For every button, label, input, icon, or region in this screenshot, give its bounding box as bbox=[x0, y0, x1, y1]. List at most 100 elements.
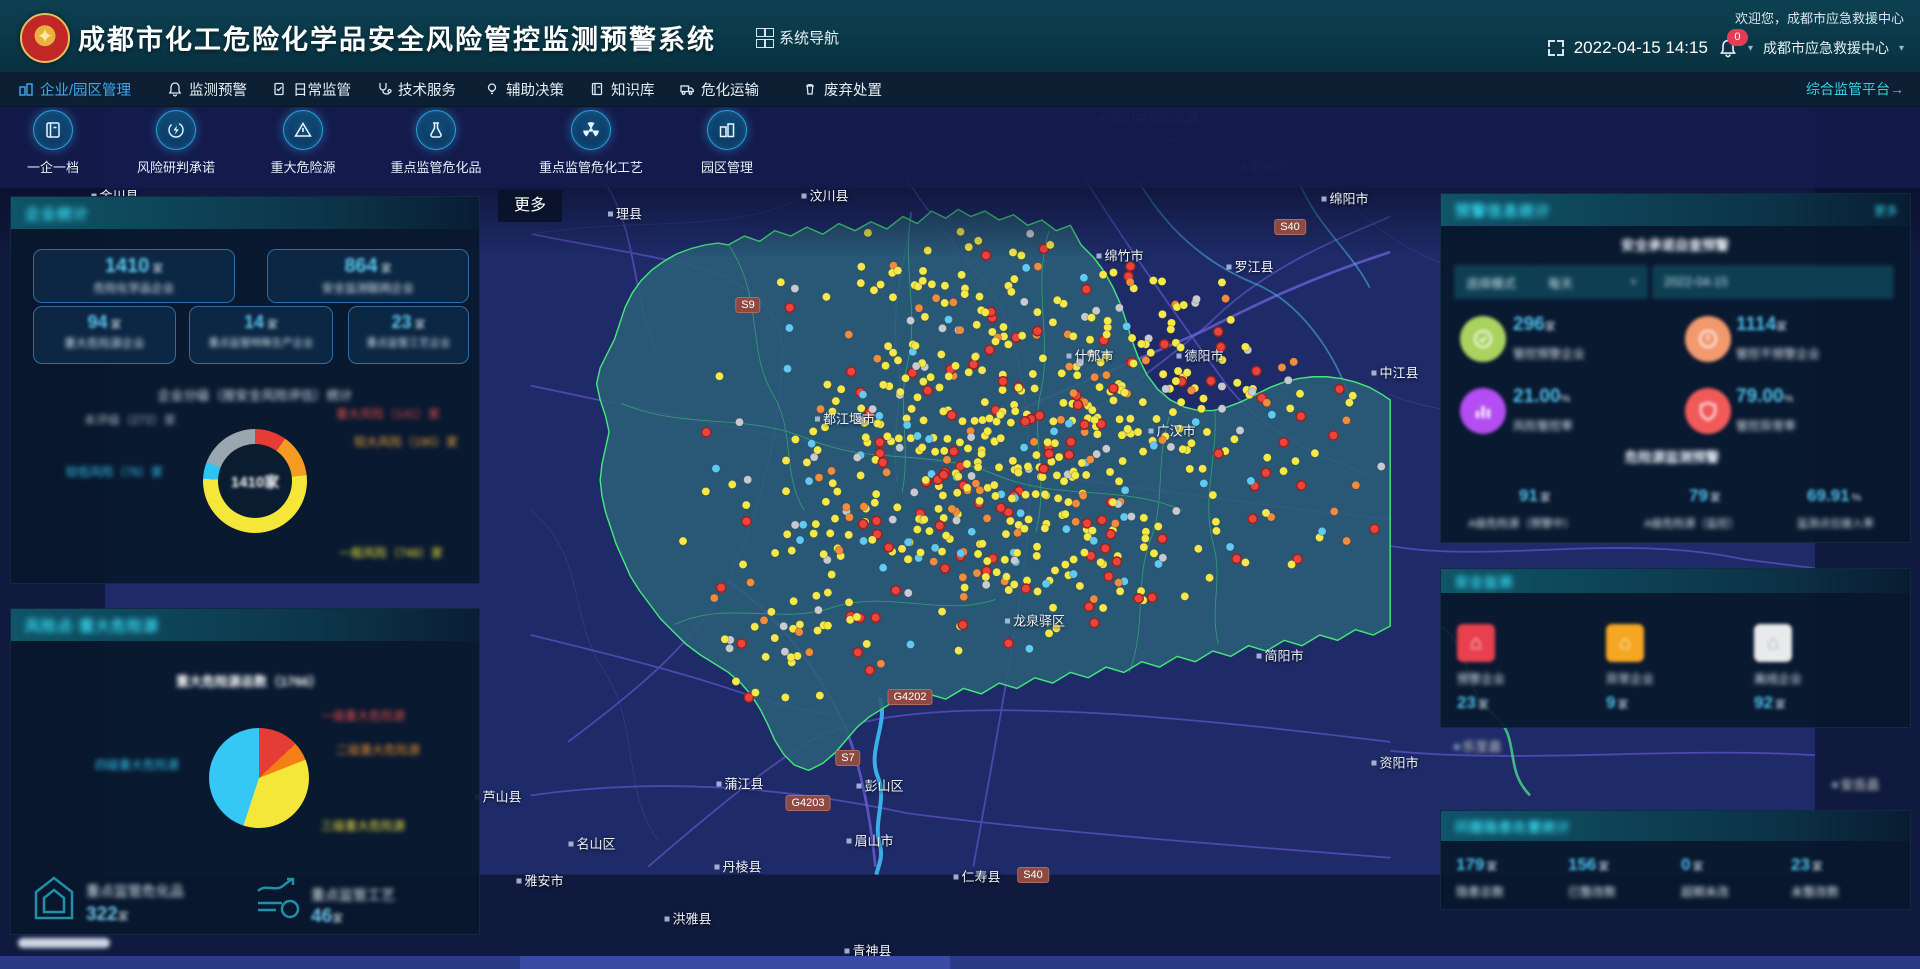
hazard-level-pie-chart bbox=[209, 728, 309, 828]
stat-label: 风险管控率 bbox=[1513, 417, 1573, 434]
main-navbar: 企业/园区管理 监测预警 日常监管 技术服务 辅助决策 知识库 危化运输 废弃 bbox=[0, 72, 1920, 107]
map-road-badge: G4202 bbox=[887, 689, 932, 705]
nav-item-daily-supervision[interactable]: 日常监管 bbox=[271, 72, 351, 106]
nav-label: 废弃处置 bbox=[824, 79, 882, 100]
monitor-label: 预警企业 bbox=[1457, 670, 1505, 687]
nav-item-monitoring-warning[interactable]: 监测预警 bbox=[167, 72, 247, 106]
submenu-item-one-enterprise-one-file[interactable]: 一企一档 bbox=[0, 110, 113, 176]
map-road-badge: S40 bbox=[1017, 867, 1049, 883]
submenu-item-park-management[interactable]: 园区管理 bbox=[667, 110, 787, 176]
section-title-hazard-monitoring: 危险源监测预警 bbox=[1625, 446, 1720, 466]
map-road-badge: S7 bbox=[835, 750, 860, 766]
major-hazard-panel: 风险点·重大危险源 重大危险源总数（1766） 一级重大危险源 二级重大危险源 … bbox=[10, 608, 480, 935]
panel-title: 预警信息统计 bbox=[1441, 200, 1551, 221]
bolt-circle-icon bbox=[166, 120, 186, 140]
map-city-label: 龙泉驿区 bbox=[1005, 611, 1065, 630]
filter-mode-label: 选择模式 bbox=[1455, 266, 1537, 298]
nav-label: 技术服务 bbox=[398, 79, 456, 100]
stat-box-major-hazard-enterprises[interactable]: 94家 重大危险源企业 bbox=[33, 306, 176, 364]
bottom-stat-value: 79家 bbox=[1689, 486, 1721, 506]
map-city-label: 名山区 bbox=[568, 834, 615, 853]
panel-title: 风险点·重大危险源 bbox=[11, 615, 159, 636]
map-city-label: 简阳市 bbox=[1256, 646, 1303, 665]
notification-bell[interactable]: 0 bbox=[1718, 37, 1738, 59]
grid-icon bbox=[756, 28, 772, 48]
nav-label: 知识库 bbox=[611, 79, 655, 100]
stat-value: 1114家 bbox=[1736, 314, 1787, 336]
risk-level-donut-chart: 1410家 bbox=[203, 429, 307, 533]
footer-stat-value: 46家 bbox=[311, 906, 343, 928]
page-title: 成都市化工危险化学品安全风险管控监测预警系统 bbox=[78, 18, 716, 57]
donut-chart-title: 企业分级（按安全风险评估）统计 bbox=[157, 385, 352, 404]
stat-box-key-process-enterprises[interactable]: 23家 重点监管工艺企业 bbox=[348, 306, 469, 364]
fullscreen-icon[interactable] bbox=[1548, 40, 1564, 56]
legend-major-risk: 重大风险（141）家 bbox=[336, 405, 440, 422]
nav-item-hazmat-transport[interactable]: 危化运输 bbox=[679, 72, 759, 106]
nav-label: 危化运输 bbox=[701, 79, 759, 100]
filter-mode-select[interactable]: 每天▾ bbox=[1537, 266, 1647, 298]
flask-icon bbox=[426, 120, 446, 140]
legend-level2-hazard: 二级重大危险源 bbox=[336, 741, 420, 758]
platform-link[interactable]: 综合监管平台→ bbox=[1806, 72, 1904, 106]
system-nav-button[interactable]: 系统导航 bbox=[756, 27, 839, 48]
org-dropdown[interactable]: 成都市应急救援中心 bbox=[1763, 38, 1889, 58]
nav-label: 监测预警 bbox=[189, 79, 247, 100]
nav-label: 辅助决策 bbox=[506, 79, 564, 100]
nav-item-waste-disposal[interactable]: 废弃处置 bbox=[802, 72, 882, 106]
stat-label: 管控异常率 bbox=[1736, 417, 1796, 434]
map-more-button[interactable]: 更多 bbox=[498, 190, 562, 222]
warning-info-panel: 预警信息统计 更多 安全承诺自查预警 选择模式 每天▾ 2022-04-15 2… bbox=[1440, 193, 1911, 543]
nav-item-decision-support[interactable]: 辅助决策 bbox=[484, 72, 564, 106]
map-city-label: 雅安市 bbox=[516, 871, 563, 890]
bulb-icon bbox=[484, 81, 500, 97]
monitor-value: 9家 bbox=[1606, 693, 1628, 713]
issue-value: 156家 bbox=[1568, 855, 1609, 875]
control-rate-icon bbox=[1460, 388, 1506, 434]
commitment-ok-icon bbox=[1460, 316, 1506, 362]
map-city-label: 绵阳市 bbox=[1321, 189, 1368, 208]
notebook-icon bbox=[43, 120, 63, 140]
trash-icon bbox=[802, 81, 818, 97]
stat-box-key-production-enterprises[interactable]: 14家 重点监管特殊生产企业 bbox=[189, 306, 333, 364]
map-road-badge: G4203 bbox=[785, 795, 830, 811]
truck-icon bbox=[679, 81, 695, 97]
filter-date-input[interactable]: 2022-04-15 bbox=[1653, 266, 1893, 298]
abnormal-rate-icon bbox=[1685, 388, 1731, 434]
map-city-label: 理县 bbox=[608, 204, 642, 223]
nav-item-knowledge-base[interactable]: 知识库 bbox=[589, 72, 655, 106]
panel-title: 问题隐患处置统计 bbox=[1441, 816, 1571, 836]
house-shield-icon bbox=[33, 874, 75, 922]
more-link[interactable]: 更多 bbox=[1874, 202, 1898, 219]
legend-larger-risk: 较大风险（190）家 bbox=[354, 433, 458, 450]
stat-box-hazchem-enterprises[interactable]: 1410家 危险化学品企业 bbox=[33, 249, 235, 303]
issue-value: 0家 bbox=[1681, 855, 1703, 875]
submenu-item-key-process[interactable]: 重点监管危化工艺 bbox=[531, 110, 651, 176]
nav-item-tech-service[interactable]: 技术服务 bbox=[376, 72, 456, 106]
bell-icon bbox=[167, 81, 183, 97]
book-icon bbox=[589, 81, 605, 97]
legend-level4-hazard: 四级重大危险源 bbox=[95, 756, 179, 773]
welcome-text: 欢迎您，成都市应急救援中心 bbox=[1735, 8, 1904, 27]
monitor-label: 离线企业 bbox=[1754, 670, 1802, 687]
map-city-label: 安岳县 bbox=[1832, 775, 1879, 794]
map-city-label: 罗江县 bbox=[1226, 257, 1273, 276]
map-city-label: 汶川县 bbox=[801, 186, 848, 205]
datetime-display: 2022-04-15 14:15 bbox=[1574, 38, 1708, 58]
org-caret-icon[interactable]: ▾ bbox=[1899, 43, 1904, 54]
select-caret-icon: ▾ bbox=[1631, 277, 1636, 288]
map-city-label: 洪雅县 bbox=[664, 909, 711, 928]
section-title-commitment: 安全承诺自查预警 bbox=[1621, 234, 1729, 254]
legend-low-risk: 较低风险（76）家 bbox=[66, 463, 163, 480]
submenu-item-risk-assessment-commitment[interactable]: 风险研判承诺 bbox=[116, 110, 236, 176]
donut-center-label: 1410家 bbox=[231, 471, 279, 492]
nav-item-enterprise-park[interactable]: 企业/园区管理 bbox=[18, 72, 131, 106]
stat-label: 管控不预警企业 bbox=[1736, 345, 1820, 362]
submenu-item-major-hazard[interactable]: 重大危险源 bbox=[243, 110, 363, 176]
submenu-label: 园区管理 bbox=[667, 157, 787, 176]
legend-level1-hazard: 一级重大危险源 bbox=[321, 707, 405, 724]
map-city-label: 都江堰市 bbox=[815, 409, 875, 428]
notification-caret-icon[interactable]: ▾ bbox=[1748, 43, 1753, 54]
dashboard-root: 金川县理县汶川县北川羌族自治县安州区绵阳市绵竹市罗江县什邡市德阳市中江县广汉市都… bbox=[0, 0, 1920, 969]
stat-box-monitored-enterprises[interactable]: 864家 安全监测联网企业 bbox=[267, 249, 469, 303]
submenu-item-key-hazchem[interactable]: 重点监管危化品 bbox=[376, 110, 496, 176]
